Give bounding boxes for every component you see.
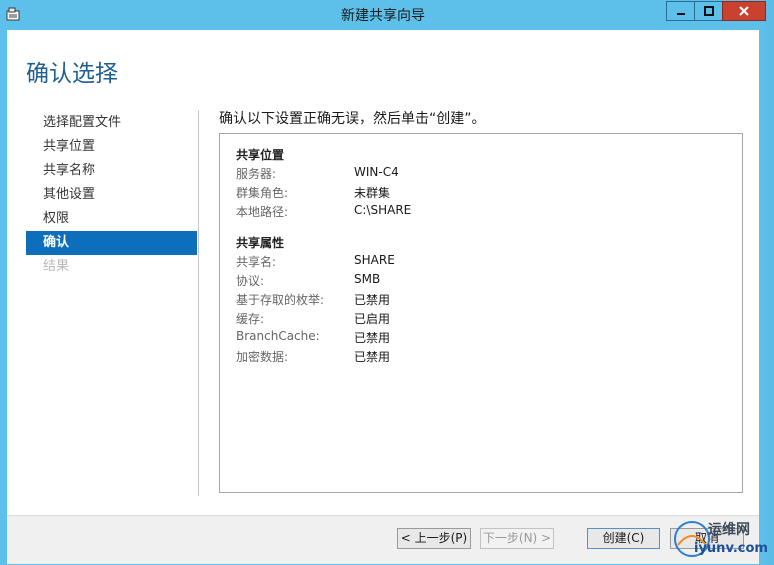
summary-row: 协议: SMB [236, 272, 716, 291]
nav-item-results: 结果 [43, 259, 70, 274]
page-title: 确认选择 [26, 61, 118, 87]
maximize-button[interactable] [694, 1, 723, 21]
row-key: 基于存取的枚举: [236, 293, 325, 307]
summary-row: 群集角色: 未群集 [236, 184, 716, 203]
maximize-icon [703, 6, 714, 16]
window-title: 新建共享向导 [341, 8, 425, 24]
nav-item-confirmation[interactable]: 确认 [26, 231, 197, 255]
nav-divider [198, 110, 199, 496]
summary-row: 本地路径: C:\SHARE [236, 203, 716, 222]
minimize-icon [676, 13, 685, 15]
summary-panel: 共享位置 服务器: WIN-C4 群集角色: 未群集 本地路径: C:\SHAR… [219, 133, 743, 493]
row-value: SHARE [354, 253, 395, 267]
row-key: 共享名: [236, 255, 277, 269]
close-icon [739, 6, 749, 16]
row-value: C:\SHARE [354, 203, 412, 217]
row-key: BranchCache: [236, 329, 320, 343]
row-value: 未群集 [354, 186, 391, 200]
nav-item-select-profile[interactable]: 选择配置文件 [26, 111, 197, 135]
section-title-location: 共享位置 [236, 148, 285, 162]
row-value: WIN-C4 [354, 165, 399, 179]
section-title-properties: 共享属性 [236, 236, 285, 250]
cancel-button[interactable]: 取消 [670, 528, 744, 549]
nav-item-other-settings[interactable]: 其他设置 [26, 183, 197, 207]
nav-item-permissions[interactable]: 权限 [26, 207, 197, 231]
close-button[interactable] [722, 1, 766, 21]
summary-row: 基于存取的枚举: 已禁用 [236, 291, 716, 310]
row-value: 已禁用 [354, 350, 391, 364]
wizard-window: 新建共享向导 确认选择 选择配置文件 共享位置 共享名称 其他设置 权限 确认 … [0, 0, 766, 565]
row-key: 服务器: [236, 167, 277, 181]
title-bar[interactable]: 新建共享向导 [0, 0, 766, 30]
row-value: 已禁用 [354, 293, 391, 307]
wizard-nav: 选择配置文件 共享位置 共享名称 其他设置 权限 确认 结果 [26, 111, 197, 279]
row-key: 缓存: [236, 312, 265, 326]
instruction-text: 确认以下设置正确无误，然后单击“创建”。 [219, 111, 486, 127]
nav-item-share-location[interactable]: 共享位置 [26, 135, 197, 159]
create-button[interactable]: 创建(C) [587, 528, 660, 549]
summary-row: 共享名: SHARE [236, 253, 716, 272]
row-key: 加密数据: [236, 350, 289, 364]
row-value: 已启用 [354, 312, 391, 326]
nav-item-share-name[interactable]: 共享名称 [26, 159, 197, 183]
row-value: SMB [354, 272, 381, 286]
row-key: 协议: [236, 274, 265, 288]
summary-row: 缓存: 已启用 [236, 310, 716, 329]
row-key: 群集角色: [236, 186, 289, 200]
wizard-client: 确认选择 选择配置文件 共享位置 共享名称 其他设置 权限 确认 结果 确认以下… [7, 30, 759, 564]
summary-row: BranchCache: 已禁用 [236, 329, 716, 348]
next-button: 下一步(N) > [480, 528, 554, 549]
minimize-button[interactable] [666, 1, 695, 21]
previous-button[interactable]: < 上一步(P) [397, 528, 471, 549]
summary-row: 服务器: WIN-C4 [236, 165, 716, 184]
row-key: 本地路径: [236, 205, 289, 219]
summary-row: 加密数据: 已禁用 [236, 348, 716, 367]
row-value: 已禁用 [354, 331, 391, 345]
wizard-footer: < 上一步(P) 下一步(N) > 创建(C) 取消 [7, 515, 759, 564]
